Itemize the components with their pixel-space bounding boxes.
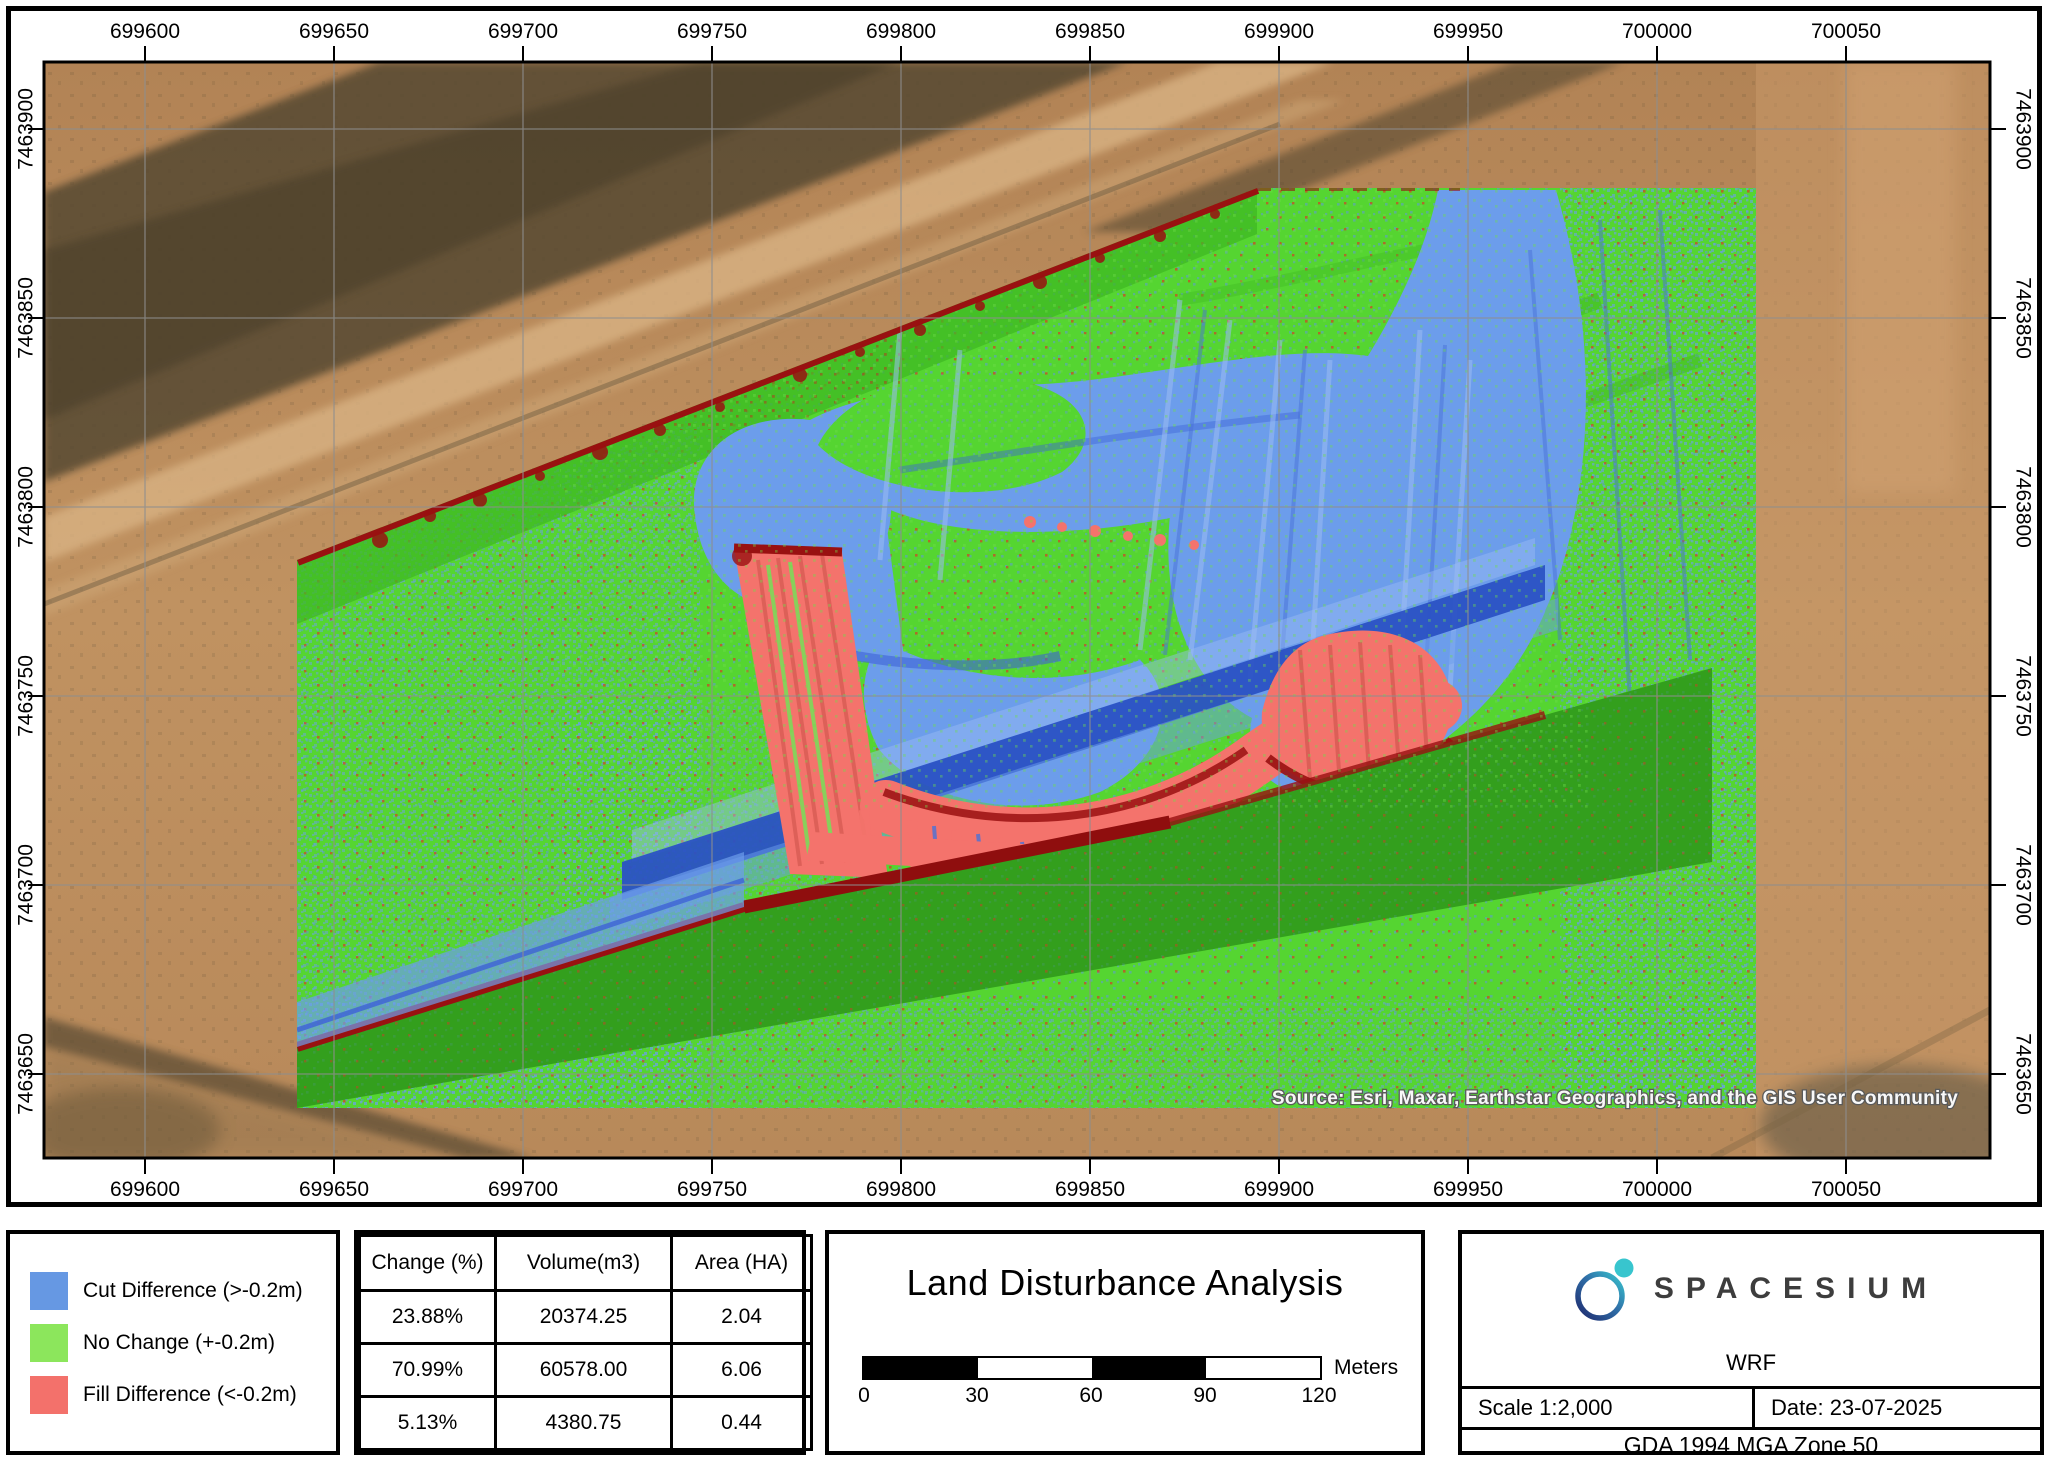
scalebar-bar bbox=[862, 1356, 1322, 1380]
scalebar-tick-label: 60 bbox=[1079, 1384, 1102, 1408]
brand-subtitle: WRF bbox=[1462, 1344, 2040, 1386]
x-axis-label: 699800 bbox=[866, 20, 936, 43]
map-imagery: Source: Esri, Maxar, Earthstar Geographi… bbox=[20, 62, 2040, 1185]
legend-item-nochange: No Change (+-0.2m) bbox=[30, 1324, 336, 1362]
table-row: 5.13% 4380.75 0.44 bbox=[360, 1397, 812, 1450]
col-header-area: Area (HA) bbox=[672, 1236, 812, 1291]
x-axis-label: 699600 bbox=[110, 1178, 180, 1201]
y-axis-label: 7463900 bbox=[2012, 88, 2035, 170]
legend-item-label: Fill Difference (<-0.2m) bbox=[83, 1383, 297, 1407]
cell-area-cut: 2.04 bbox=[672, 1291, 812, 1344]
cell-volume-nochange: 60578.00 bbox=[496, 1344, 672, 1397]
brand-meta-row: Scale 1:2,000 Date: 23-07-2025 bbox=[1462, 1386, 2040, 1430]
brand-logo: SPACESIUM bbox=[1462, 1234, 2040, 1344]
table-row: 23.88% 20374.25 2.04 bbox=[360, 1291, 812, 1344]
scalebar-tick-label: 90 bbox=[1193, 1384, 1216, 1408]
table-header-row: Change (%) Volume(m3) Area (HA) bbox=[360, 1236, 812, 1291]
cell-change-cut: 23.88% bbox=[360, 1291, 496, 1344]
x-axis-label: 700000 bbox=[1622, 20, 1692, 43]
y-axis-label: 7463750 bbox=[2012, 655, 2035, 737]
scalebar-tick-label: 30 bbox=[965, 1384, 988, 1408]
x-axis-label: 699600 bbox=[110, 20, 180, 43]
cell-volume-cut: 20374.25 bbox=[496, 1291, 672, 1344]
title-panel: Land Disturbance Analysis 0 30 60 90 120… bbox=[825, 1230, 1425, 1455]
scalebar-segment bbox=[864, 1358, 978, 1378]
scalebar-tick-label: 0 bbox=[858, 1384, 870, 1408]
y-axis-label: 7463850 bbox=[2012, 277, 2035, 359]
fill-swatch bbox=[30, 1376, 68, 1414]
legend-item-cut: Cut Difference (>-0.2m) bbox=[30, 1272, 336, 1310]
scalebar-unit: Meters bbox=[1334, 1356, 1398, 1380]
map-date: Date: 23-07-2025 bbox=[1755, 1389, 2040, 1430]
y-axis-label: 7463750 bbox=[14, 655, 37, 737]
legend: Cut Difference (>-0.2m) No Change (+-0.2… bbox=[6, 1230, 340, 1455]
x-axis-label: 699650 bbox=[299, 1178, 369, 1201]
x-axis-label: 699900 bbox=[1244, 1178, 1314, 1201]
col-header-volume: Volume(m3) bbox=[496, 1236, 672, 1291]
y-axis-label: 7463800 bbox=[2012, 466, 2035, 548]
col-header-change: Change (%) bbox=[360, 1236, 496, 1291]
y-axis-label: 7463700 bbox=[14, 844, 37, 926]
x-axis-label: 700050 bbox=[1811, 1178, 1881, 1201]
spacesium-logo-icon bbox=[1564, 1251, 1640, 1327]
x-axis-label: 699900 bbox=[1244, 20, 1314, 43]
cell-area-nochange: 6.06 bbox=[672, 1344, 812, 1397]
scalebar: 0 30 60 90 120 Meters bbox=[862, 1356, 1422, 1420]
map-datum: GDA 1994 MGA Zone 50 bbox=[1462, 1427, 2040, 1451]
x-axis-label: 699850 bbox=[1055, 1178, 1125, 1201]
map-frame: Source: Esri, Maxar, Earthstar Geographi… bbox=[0, 0, 2048, 1214]
cell-volume-fill: 4380.75 bbox=[496, 1397, 672, 1450]
x-axis-label: 699700 bbox=[488, 20, 558, 43]
y-axis-label: 7463900 bbox=[14, 88, 37, 170]
map-sheet: Source: Esri, Maxar, Earthstar Geographi… bbox=[0, 0, 2048, 1459]
x-axis-label: 699700 bbox=[488, 1178, 558, 1201]
legend-item-fill: Fill Difference (<-0.2m) bbox=[30, 1376, 336, 1414]
cell-change-fill: 5.13% bbox=[360, 1397, 496, 1450]
x-axis-label: 699950 bbox=[1433, 20, 1503, 43]
scalebar-tick-label: 120 bbox=[1301, 1384, 1336, 1408]
brand-name: SPACESIUM bbox=[1654, 1272, 1938, 1306]
legend-item-label: No Change (+-0.2m) bbox=[83, 1331, 275, 1355]
attribution-text: Source: Esri, Maxar, Earthstar Geographi… bbox=[1272, 1088, 1958, 1109]
y-axis-label: 7463850 bbox=[14, 277, 37, 359]
cell-change-nochange: 70.99% bbox=[360, 1344, 496, 1397]
stats-table-panel: Change (%) Volume(m3) Area (HA) 23.88% 2… bbox=[354, 1230, 806, 1455]
map-scale: Scale 1:2,000 bbox=[1462, 1389, 1755, 1430]
scalebar-segment bbox=[1092, 1358, 1206, 1378]
x-axis-label: 699850 bbox=[1055, 20, 1125, 43]
cell-area-fill: 0.44 bbox=[672, 1397, 812, 1450]
legend-item-label: Cut Difference (>-0.2m) bbox=[83, 1279, 303, 1303]
x-axis-label: 699650 bbox=[299, 20, 369, 43]
brand-panel: SPACESIUM WRF Scale 1:2,000 Date: 23-07-… bbox=[1458, 1230, 2044, 1455]
x-axis-label: 699750 bbox=[677, 1178, 747, 1201]
x-axis-label: 699750 bbox=[677, 20, 747, 43]
x-axis-label: 700000 bbox=[1622, 1178, 1692, 1201]
scalebar-segment bbox=[1206, 1358, 1320, 1378]
no-change-swatch bbox=[30, 1324, 68, 1362]
y-axis-label: 7463700 bbox=[2012, 844, 2035, 926]
x-axis-label: 700050 bbox=[1811, 20, 1881, 43]
cut-swatch bbox=[30, 1272, 68, 1310]
y-axis-label: 7463800 bbox=[14, 466, 37, 548]
scalebar-segment bbox=[978, 1358, 1092, 1378]
stats-table: Change (%) Volume(m3) Area (HA) 23.88% 2… bbox=[358, 1234, 813, 1451]
table-row: 70.99% 60578.00 6.06 bbox=[360, 1344, 812, 1397]
y-axis-label: 7463650 bbox=[14, 1033, 37, 1115]
x-axis-label: 699950 bbox=[1433, 1178, 1503, 1201]
y-axis-label: 7463650 bbox=[2012, 1033, 2035, 1115]
x-axis-label: 699800 bbox=[866, 1178, 936, 1201]
page-title: Land Disturbance Analysis bbox=[829, 1262, 1421, 1304]
